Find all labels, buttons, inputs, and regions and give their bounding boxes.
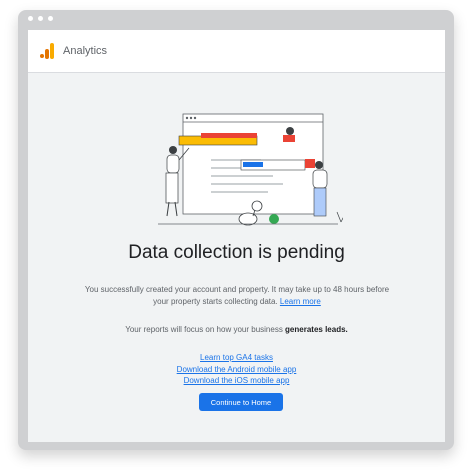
description-text: You successfully created your account an… — [84, 285, 390, 306]
status-description: You successfully created your account an… — [78, 284, 396, 308]
learn-more-link[interactable]: Learn more — [280, 297, 321, 306]
report-focus-text: Your reports will focus on how your busi… — [28, 325, 445, 334]
window-dot-icon — [48, 16, 53, 21]
analytics-logo-icon[interactable] — [40, 43, 54, 59]
app-screen: Analytics Data collection is pending You… — [28, 30, 445, 442]
data-pending-illustration — [158, 113, 343, 226]
window-dot-icon — [28, 16, 33, 21]
app-header: Analytics — [28, 30, 445, 73]
focus-highlight: generates leads. — [285, 325, 348, 334]
browser-window: Analytics Data collection is pending You… — [18, 10, 454, 450]
page-title: Data collection is pending — [128, 242, 345, 263]
app-title: Analytics — [63, 45, 108, 57]
continue-to-home-button[interactable]: Continue to Home — [199, 393, 283, 411]
link-android-app[interactable]: Download the Android mobile app — [28, 364, 445, 376]
window-dot-icon — [38, 16, 43, 21]
window-controls — [28, 16, 53, 21]
link-ga4-tasks[interactable]: Learn top GA4 tasks — [28, 352, 445, 364]
focus-prefix: Your reports will focus on how your busi… — [125, 325, 283, 334]
quick-links: Learn top GA4 tasks Download the Android… — [28, 352, 445, 387]
link-ios-app[interactable]: Download the iOS mobile app — [28, 375, 445, 387]
